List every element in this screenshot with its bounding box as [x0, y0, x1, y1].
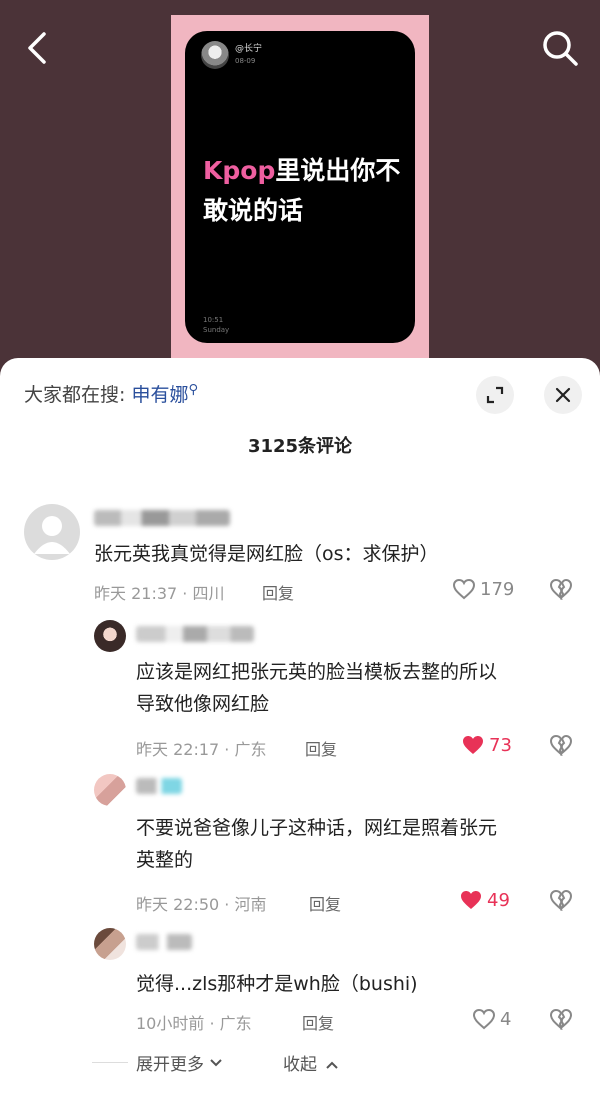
broken-heart-icon [549, 889, 573, 912]
poster-username: @长宁 [235, 44, 263, 54]
expand-sheet-button[interactable] [476, 376, 514, 414]
broken-heart-icon [549, 578, 573, 601]
close-icon [555, 387, 571, 403]
poster-date: 08-09 [235, 57, 256, 65]
reply-button[interactable]: 回复 [302, 1010, 334, 1034]
username-redacted[interactable] [136, 934, 192, 950]
heart-outline-icon [472, 1008, 496, 1030]
chevron-up-icon [326, 1061, 339, 1069]
trending-search[interactable]: 大家都在搜: 申有娜⚲ [24, 380, 198, 407]
dislike-button[interactable] [549, 734, 573, 760]
poster-clock: 10:51 [203, 316, 224, 324]
username-redacted[interactable] [94, 510, 230, 526]
reply-text: 觉得...zls那种才是wh脸（bushi) [136, 973, 418, 995]
chevron-down-icon [210, 1058, 222, 1066]
reply-text-line: 应该是网红把张元英的脸当模板去整的所以 [136, 661, 498, 683]
reply-text: 应该是网红把张元英的脸当模板去整的所以 导致他像网红脸 [136, 656, 497, 720]
poster-day: Sunday [203, 326, 230, 334]
like-count: 4 [500, 1008, 512, 1030]
poster-title-highlight: Kpop [203, 156, 276, 185]
close-button[interactable] [544, 376, 582, 414]
like-button[interactable]: 49 [459, 889, 510, 911]
divider-line [92, 1062, 128, 1063]
reply-text-line: 不要说爸爸像儿子这种话，网红是照着张元 [136, 817, 498, 839]
expand-icon [486, 386, 504, 404]
reply-text-line: 导致他像网红脸 [136, 693, 270, 715]
dislike-button[interactable] [549, 578, 573, 604]
like-button[interactable]: 179 [452, 578, 514, 600]
heart-filled-icon [461, 891, 481, 909]
like-count: 49 [487, 889, 510, 911]
trending-keyword[interactable]: 申有娜 [131, 384, 188, 406]
search-small-icon: ⚲ [188, 382, 198, 398]
reply-meta: 昨天 22:50 · 河南 [136, 895, 267, 914]
comment-count: 3125条评论 [247, 436, 353, 457]
like-count: 73 [489, 734, 512, 756]
avatar[interactable] [94, 774, 126, 806]
video-area[interactable]: @长宁 08-09 Kpop里说出你不敢说的话 10:51 Sunday [0, 0, 600, 380]
poster-card: @长宁 08-09 Kpop里说出你不敢说的话 10:51 Sunday [185, 31, 415, 343]
poster-title: Kpop里说出你不敢说的话 [203, 151, 413, 231]
username-redacted[interactable] [136, 778, 182, 794]
like-count: 179 [480, 578, 515, 600]
heart-outline-icon [452, 578, 476, 600]
reply-button[interactable]: 回复 [309, 891, 341, 915]
comment-meta: 昨天 21:37 · 四川 [94, 584, 225, 603]
reply-button[interactable]: 回复 [262, 580, 294, 604]
reply-text-line: 英整的 [136, 849, 194, 871]
broken-heart-icon [549, 734, 573, 757]
avatar[interactable] [94, 928, 126, 960]
collapse-button[interactable]: 收起 [283, 1050, 340, 1075]
dislike-button[interactable] [549, 1008, 573, 1034]
reply-meta: 10小时前 · 广东 [136, 1014, 252, 1033]
search-icon [543, 31, 578, 66]
avatar[interactable] [24, 504, 80, 560]
like-button[interactable]: 73 [461, 734, 512, 756]
like-button[interactable]: 4 [472, 1008, 511, 1030]
reply-button[interactable]: 回复 [305, 736, 337, 760]
expand-more-button[interactable]: 展开更多 [92, 1050, 224, 1075]
reply-meta: 昨天 22:17 · 广东 [136, 740, 267, 759]
search-button[interactable] [538, 26, 582, 70]
dislike-button[interactable] [549, 889, 573, 915]
back-button[interactable] [18, 26, 58, 70]
expand-more-label: 展开更多 [136, 1055, 204, 1075]
collapse-label: 收起 [283, 1055, 317, 1075]
video-poster[interactable]: @长宁 08-09 Kpop里说出你不敢说的话 10:51 Sunday [171, 15, 429, 360]
reply-text: 不要说爸爸像儿子这种话，网红是照着张元 英整的 [136, 812, 497, 876]
trending-prefix: 大家都在搜: [24, 384, 126, 406]
avatar[interactable] [94, 620, 126, 652]
comment-sheet: 大家都在搜: 申有娜⚲ 3125条评论 张元英我真觉得是网红脸（os：求保护） … [0, 358, 600, 1096]
poster-time: 10:51 Sunday [203, 315, 229, 335]
broken-heart-icon [549, 1008, 573, 1031]
default-user-icon [34, 516, 70, 554]
poster-avatar [201, 41, 229, 69]
chevron-left-icon [28, 32, 46, 64]
comment-text: 张元英我真觉得是网红脸（os：求保护） [94, 543, 439, 565]
heart-filled-icon [463, 736, 483, 754]
username-redacted[interactable] [136, 626, 254, 642]
